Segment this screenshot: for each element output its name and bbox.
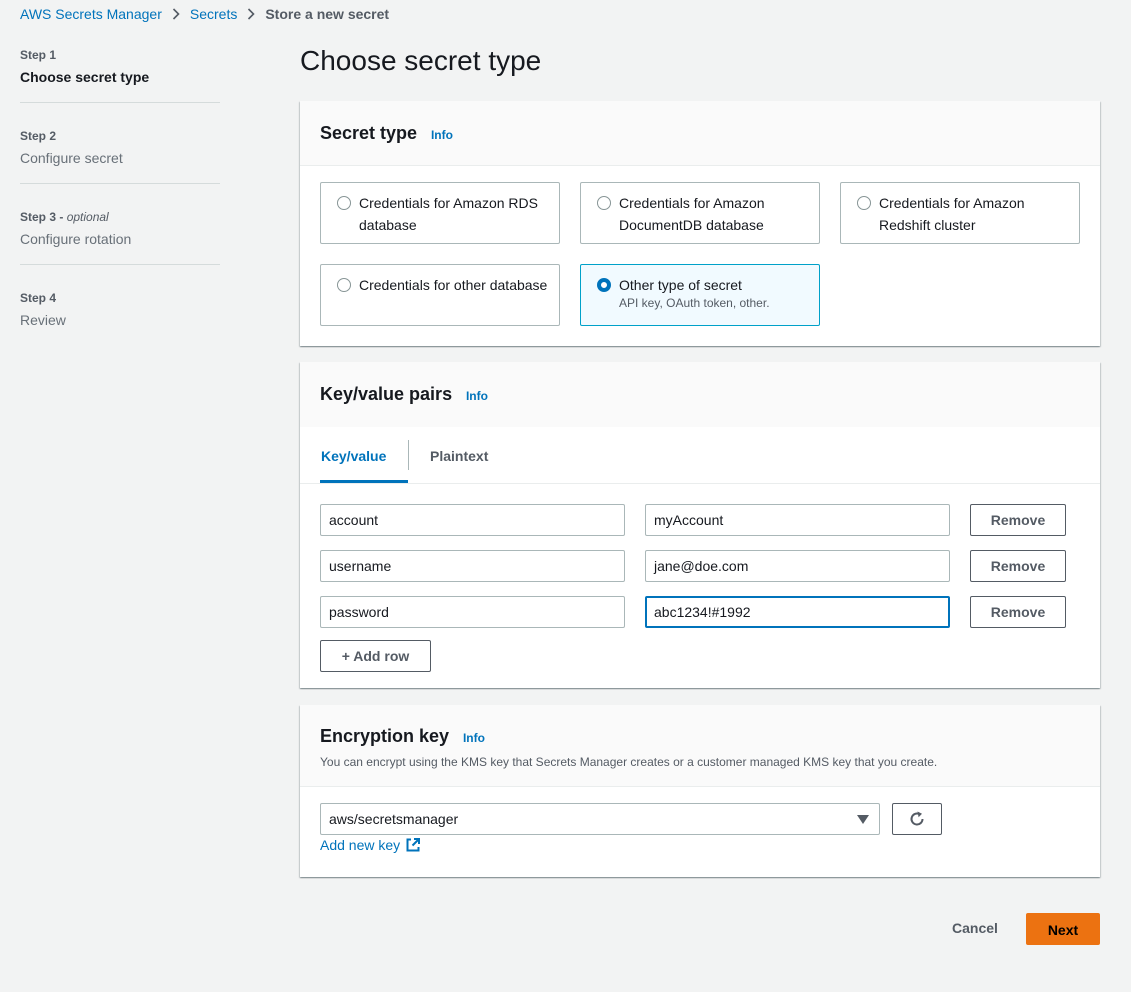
add-new-key-label: Add new key: [320, 837, 401, 853]
secret-type-other[interactable]: Other type of secret API key, OAuth toke…: [580, 264, 820, 326]
info-link[interactable]: Info: [431, 128, 453, 142]
optional-label: optional: [66, 210, 109, 224]
key-input[interactable]: password: [320, 596, 625, 628]
remove-row-button[interactable]: Remove: [970, 596, 1066, 628]
chevron-right-icon: [247, 8, 255, 20]
step-number: Step 3 - optional: [20, 210, 109, 224]
step-4[interactable]: Step 4 Review: [20, 287, 220, 345]
radio-button[interactable]: [337, 278, 351, 292]
step-3[interactable]: Step 3 - optional Configure rotation: [20, 206, 220, 265]
step-number: Step 4: [20, 291, 57, 305]
key-value-panel: Key/value pairs Info Key/value Plaintext…: [300, 362, 1100, 688]
breadcrumb-secrets-manager[interactable]: AWS Secrets Manager: [20, 6, 162, 22]
tile-label: Credentials for Amazon DocumentDB databa…: [619, 195, 765, 233]
add-row-button[interactable]: + Add row: [320, 640, 431, 672]
value-input[interactable]: jane@doe.com: [645, 550, 950, 582]
tile-label: Credentials for Amazon RDS database: [359, 195, 538, 233]
step-title: Configure rotation: [20, 231, 132, 247]
breadcrumb-current: Store a new secret: [265, 6, 390, 22]
secret-type-documentdb[interactable]: Credentials for Amazon DocumentDB databa…: [580, 182, 820, 244]
add-new-key-link[interactable]: Add new key: [320, 837, 421, 853]
secret-type-other-database[interactable]: Credentials for other database: [320, 264, 560, 326]
tab-key-value[interactable]: Key/value: [320, 428, 408, 483]
secret-type-panel: Secret type Info Credentials for Amazon …: [300, 101, 1100, 346]
key-input[interactable]: username: [320, 550, 625, 582]
panel-title: Key/value pairs: [320, 384, 453, 404]
panel-header: Key/value pairs Info: [300, 362, 1100, 427]
step-title: Choose secret type: [20, 69, 150, 85]
secret-type-rds[interactable]: Credentials for Amazon RDS database: [320, 182, 560, 244]
step-title: Review: [20, 312, 66, 328]
key-input[interactable]: account: [320, 504, 625, 536]
radio-button[interactable]: [857, 196, 871, 210]
refresh-icon: [910, 811, 924, 826]
radio-button[interactable]: [337, 196, 351, 210]
caret-down-icon: [857, 815, 869, 824]
breadcrumb-secrets[interactable]: Secrets: [190, 6, 237, 22]
next-button[interactable]: Next: [1026, 913, 1100, 945]
panel-description: You can encrypt using the KMS key that S…: [320, 755, 938, 769]
radio-button-selected[interactable]: [597, 278, 611, 292]
external-link-icon: [406, 838, 421, 852]
panel-title: Secret type: [320, 123, 418, 143]
value-input[interactable]: myAccount: [645, 504, 950, 536]
value-input[interactable]: abc1234!#1992: [645, 596, 950, 628]
step-title: Configure secret: [20, 150, 123, 166]
refresh-button[interactable]: [892, 803, 942, 835]
panel-header: Secret type Info: [300, 101, 1100, 166]
cancel-button[interactable]: Cancel: [952, 920, 998, 936]
tile-description: API key, OAuth token, other.: [619, 296, 770, 310]
wizard-steps: Step 1 Choose secret type Step 2 Configu…: [20, 44, 220, 367]
step-number: Step 1: [20, 48, 57, 62]
remove-row-button[interactable]: Remove: [970, 550, 1066, 582]
secret-type-redshift[interactable]: Credentials for Amazon Redshift cluster: [840, 182, 1080, 244]
encryption-key-panel: Encryption key Info You can encrypt usin…: [300, 705, 1100, 877]
tab-bar: Key/value Plaintext: [300, 428, 1100, 484]
kms-key-select[interactable]: aws/secretsmanager: [320, 803, 880, 835]
panel-title: Encryption key: [320, 726, 450, 746]
tile-label: Credentials for Amazon Redshift cluster: [879, 195, 1025, 233]
step-number: Step 2: [20, 129, 57, 143]
remove-row-button[interactable]: Remove: [970, 504, 1066, 536]
tile-label: Credentials for other database: [359, 277, 548, 293]
tab-plaintext[interactable]: Plaintext: [430, 428, 488, 483]
selected-key: aws/secretsmanager: [329, 811, 459, 827]
chevron-right-icon: [172, 8, 180, 20]
tile-label: Other type of secret: [619, 277, 742, 293]
radio-button[interactable]: [597, 196, 611, 210]
breadcrumb: AWS Secrets Manager Secrets Store a new …: [20, 6, 389, 22]
info-link[interactable]: Info: [466, 389, 488, 403]
tab-divider: [408, 440, 409, 470]
page-title: Choose secret type: [300, 45, 542, 76]
panel-header: Encryption key Info You can encrypt usin…: [300, 705, 1100, 787]
step-2[interactable]: Step 2 Configure secret: [20, 125, 220, 184]
info-link[interactable]: Info: [463, 731, 485, 745]
step-1[interactable]: Step 1 Choose secret type: [20, 44, 220, 103]
